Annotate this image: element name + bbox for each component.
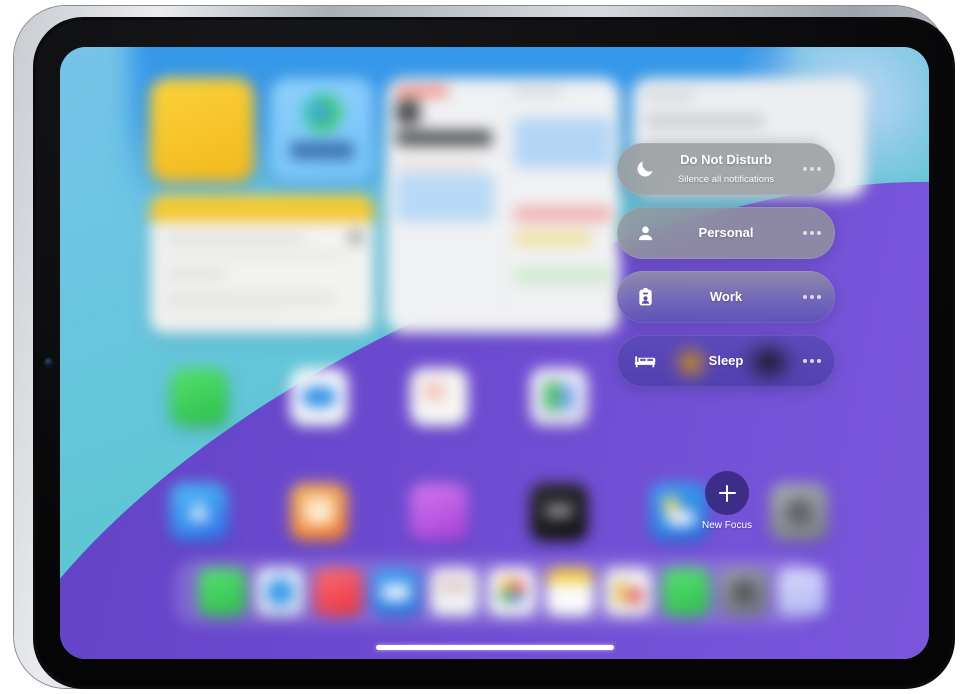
ellipsis-icon[interactable] <box>803 295 821 299</box>
app-messages[interactable] <box>170 368 228 426</box>
notes-widget-dot-icon <box>349 231 362 244</box>
files-folder-icon <box>439 580 469 592</box>
dock-photos[interactable] <box>488 568 536 616</box>
photos-petal-icon <box>512 592 524 604</box>
keynote-glyph-icon <box>614 580 626 604</box>
focus-button-text: Do Not Disturb Silence all notifications <box>661 151 791 187</box>
fitness-widget[interactable] <box>270 78 374 182</box>
id-badge-icon <box>634 286 656 308</box>
ellipsis-icon[interactable] <box>803 231 821 235</box>
calendar-event[interactable] <box>396 174 494 222</box>
photos-glyph-icon <box>544 381 560 411</box>
calendar-widget[interactable] <box>386 78 620 333</box>
ipad-screen: Do Not Disturb Silence all notifications <box>60 47 929 659</box>
app-tv[interactable] <box>530 483 588 541</box>
moon-icon <box>634 158 656 180</box>
person-icon <box>634 222 656 244</box>
reminders-line <box>646 92 694 100</box>
dock-music[interactable] <box>314 568 362 616</box>
reminders-line <box>646 116 764 126</box>
tv-glyph-icon <box>546 505 572 517</box>
calendar-column-separator <box>504 84 505 327</box>
dock-mail[interactable] <box>372 568 420 616</box>
focus-button-text: Work <box>661 288 791 306</box>
dock-facetime[interactable] <box>662 568 710 616</box>
calendar-weekday-label <box>396 87 448 96</box>
home-indicator[interactable] <box>375 645 614 650</box>
photos-glyph-icon <box>560 384 574 410</box>
focus-button-text: Personal <box>661 224 791 242</box>
ellipsis-icon[interactable] <box>803 359 821 363</box>
activity-rings-icon <box>303 94 341 132</box>
focus-subtitle: Silence all notifications <box>677 174 775 185</box>
photos-petal-icon <box>499 590 512 603</box>
plus-icon <box>718 484 736 502</box>
photos-petal-icon <box>500 578 512 590</box>
music-glyph-icon <box>304 497 334 525</box>
app-music[interactable] <box>290 483 348 541</box>
dock-keynote[interactable] <box>604 568 652 616</box>
calendar-line <box>396 164 482 170</box>
dock-files[interactable] <box>430 568 478 616</box>
dock-safari[interactable] <box>256 568 304 616</box>
app-files[interactable] <box>410 368 468 426</box>
files-glyph-icon <box>423 382 445 400</box>
ellipsis-icon[interactable] <box>803 167 821 171</box>
focus-title: Personal <box>698 225 754 240</box>
focus-title: Work <box>709 289 743 304</box>
focus-button-personal[interactable]: Personal <box>617 207 835 259</box>
focus-button-work[interactable]: Work <box>617 271 835 323</box>
notes-line <box>164 311 284 316</box>
focus-button-do-not-disturb[interactable]: Do Not Disturb Silence all notifications <box>617 143 835 195</box>
app-podcasts[interactable] <box>410 483 468 541</box>
keynote-glyph-icon <box>628 588 642 604</box>
ipad-device-frame: Do Not Disturb Silence all notifications <box>14 6 955 689</box>
focus-panel: Do Not Disturb Silence all notifications <box>617 143 847 531</box>
notes-widget-header[interactable] <box>150 195 374 221</box>
calendar-day-number <box>396 100 420 124</box>
dock-settings[interactable] <box>720 568 768 616</box>
focus-title: Do Not Disturb <box>680 152 772 167</box>
yellow-widget[interactable] <box>150 78 254 182</box>
screenshot-stage: Do Not Disturb Silence all notifications <box>0 0 960 694</box>
notes-line <box>164 253 346 258</box>
notes-line <box>164 235 304 242</box>
mail-envelope-icon <box>382 584 410 601</box>
app-photos[interactable] <box>530 368 588 426</box>
new-focus-circle <box>705 471 749 515</box>
focus-title: Sleep <box>708 353 744 368</box>
gear-icon <box>732 580 756 604</box>
calendar-event[interactable] <box>514 268 612 284</box>
notes-widget-body[interactable] <box>150 221 374 333</box>
app-appstore[interactable] <box>170 483 228 541</box>
bed-icon <box>634 350 656 372</box>
safari-glyph-icon <box>302 387 336 407</box>
calendar-title-line <box>396 130 492 146</box>
app-safari[interactable] <box>290 368 348 426</box>
notes-line <box>164 271 226 278</box>
new-focus-label: New Focus <box>701 520 752 531</box>
front-camera-icon <box>45 358 52 367</box>
fitness-widget-bar <box>290 142 354 159</box>
new-focus-button[interactable]: New Focus <box>679 471 775 531</box>
notes-line <box>164 295 334 302</box>
appstore-glyph-icon <box>188 499 210 521</box>
notes-header-icon <box>546 568 594 583</box>
dock-suggested[interactable] <box>778 568 826 616</box>
focus-button-text: Sleep <box>661 352 791 370</box>
calendar-event[interactable] <box>514 206 612 222</box>
dock-notes[interactable] <box>546 568 594 616</box>
focus-button-sleep[interactable]: Sleep <box>617 335 835 387</box>
calendar-event[interactable] <box>514 230 592 246</box>
calendar-column-header <box>514 87 562 96</box>
dock-messages[interactable] <box>198 568 246 616</box>
calendar-event[interactable] <box>514 118 612 168</box>
safari-compass-icon <box>266 578 294 606</box>
